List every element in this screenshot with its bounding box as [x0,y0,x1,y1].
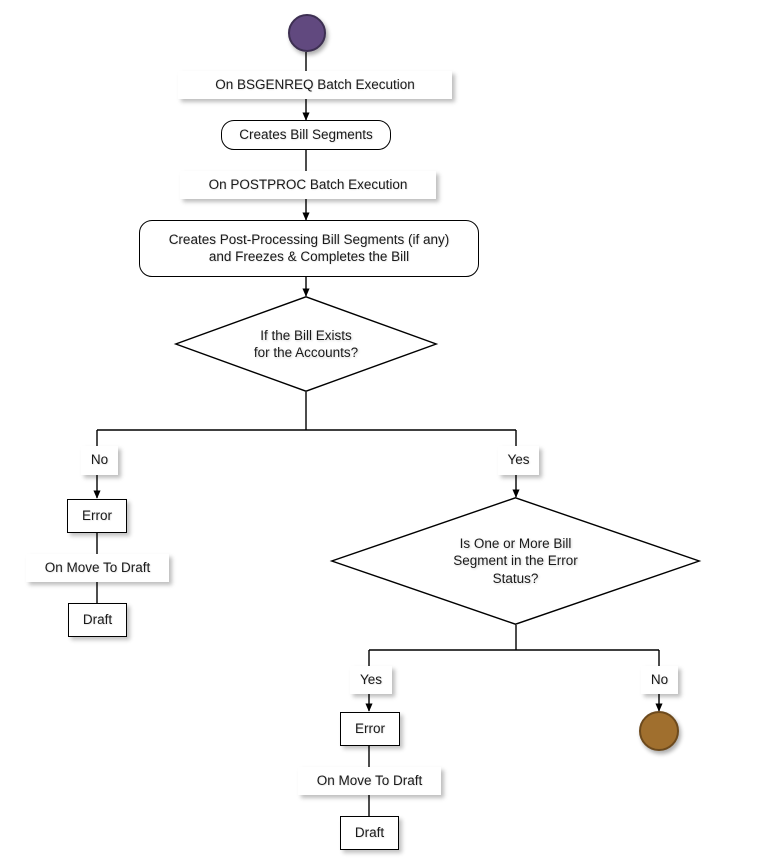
branch-label-bill-exists-no-text: No [90,452,109,468]
flowchart-canvas: On BSGENREQ Batch Execution Creates Bill… [0,0,765,866]
status-error-left-label: Error [82,507,112,523]
branch-label-bill-exists-no[interactable]: No [81,446,118,475]
status-draft-left-label: Draft [82,611,113,627]
event-move-to-draft-left-label: On Move To Draft [44,559,151,575]
process-post-processing-label: Creates Post-Processing Bill Segments (i… [168,232,450,264]
process-creates-bill-segments-label: Creates Bill Segments [239,126,373,142]
status-draft-center-label: Draft [354,824,385,840]
event-bsgenreq-banner[interactable]: On BSGENREQ Batch Execution [178,71,452,99]
branch-label-segment-error-yes[interactable]: Yes [350,666,392,694]
process-post-processing[interactable]: Creates Post-Processing Bill Segments (i… [139,220,479,277]
event-move-to-draft-left[interactable]: On Move To Draft [26,554,169,582]
event-move-to-draft-center[interactable]: On Move To Draft [298,767,441,795]
branch-label-segment-error-yes-text: Yes [359,671,383,687]
end-terminator-node[interactable] [639,711,679,751]
status-error-center[interactable]: Error [340,712,400,746]
branch-label-bill-exists-yes-text: Yes [507,452,530,468]
decision-bill-exists-label: If the Bill Exists for the Accounts? [253,327,359,360]
status-draft-center[interactable]: Draft [340,816,399,850]
start-terminator-node[interactable] [288,14,326,52]
event-move-to-draft-center-label: On Move To Draft [316,772,423,788]
process-creates-bill-segments[interactable]: Creates Bill Segments [221,120,391,150]
status-draft-left[interactable]: Draft [68,603,127,637]
status-error-left[interactable]: Error [67,499,127,533]
decision-bill-exists[interactable]: If the Bill Exists for the Accounts? [175,296,437,392]
branch-label-segment-error-no[interactable]: No [641,666,678,694]
branch-label-segment-error-no-text: No [650,671,669,687]
decision-segment-error[interactable]: Is One or More Bill Segment in the Error… [331,497,700,625]
decision-segment-error-label: Is One or More Bill Segment in the Error… [453,536,578,586]
event-postproc-label: On POSTPROC Batch Execution [208,176,408,192]
status-error-center-label: Error [355,720,385,736]
branch-label-bill-exists-yes[interactable]: Yes [498,446,539,475]
event-postproc-banner[interactable]: On POSTPROC Batch Execution [180,171,436,199]
event-bsgenreq-label: On BSGENREQ Batch Execution [215,76,415,92]
